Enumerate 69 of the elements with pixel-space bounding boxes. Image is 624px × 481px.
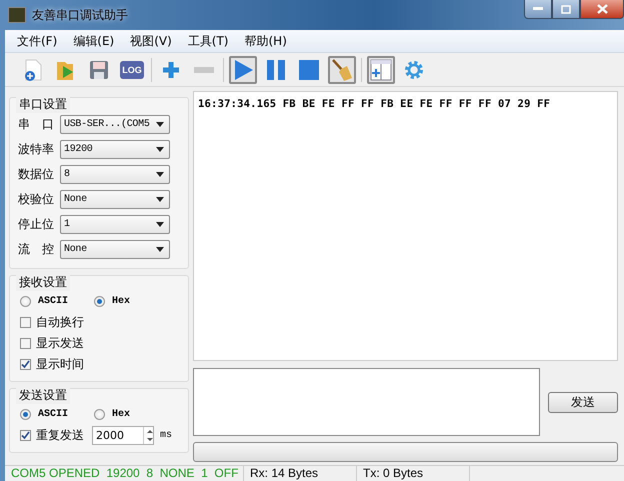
unit-label: ms: [160, 430, 172, 441]
group-title: 发送设置: [16, 387, 70, 404]
status-text: Rx: 14 Bytes: [244, 466, 357, 481]
dropdown[interactable]: 19200: [60, 140, 170, 159]
menu-item[interactable]: 工具(T): [180, 30, 236, 52]
send-button[interactable]: 发送: [548, 392, 618, 412]
status-text: Tx: 0 Bytes: [357, 466, 470, 481]
pause-icon: [265, 58, 287, 80]
caret-icon: [156, 247, 164, 252]
caret-icon: [156, 197, 164, 202]
received-line: 16:37:34.165 FB BE FE FF FF FB EE FE FF FF FF 07 29 FF: [198, 98, 552, 110]
menu-item[interactable]: 文件(F): [9, 30, 66, 52]
stop-icon: [298, 58, 320, 80]
toolbar-button[interactable]: [367, 56, 395, 84]
caret-icon: [156, 147, 164, 152]
plus-icon: [161, 60, 181, 80]
dropdown[interactable]: 1: [60, 215, 170, 234]
checkbox[interactable]: 重复发送: [18, 425, 84, 446]
menu-item[interactable]: 编辑(E): [65, 30, 122, 52]
menu-item[interactable]: 视图(V): [122, 30, 180, 52]
dropdown[interactable]: USB-SER...(COM5: [60, 115, 170, 134]
group-title: 接收设置: [16, 274, 70, 291]
menu-item[interactable]: 帮助(H): [236, 30, 295, 52]
checkbox[interactable]: 显示时间: [18, 354, 180, 375]
radio-button[interactable]: ASCII: [20, 296, 68, 306]
status-text: COM5 OPENED 19200 8 NONE 1 OFF: [5, 466, 244, 481]
minimize-button[interactable]: [524, 0, 552, 19]
interval-spinbox[interactable]: 2000: [92, 426, 154, 445]
caret-icon: [156, 222, 164, 227]
toolbar-button[interactable]: [328, 56, 356, 84]
log-icon: LOG: [120, 60, 144, 78]
app-icon: [8, 7, 26, 23]
window-title: 友善串口调试助手: [32, 6, 128, 24]
dropdown[interactable]: None: [60, 190, 170, 209]
field-label: 波特率: [18, 141, 54, 158]
checkmark-icon: [21, 431, 30, 440]
gear-icon: [403, 58, 425, 80]
window-add-icon: [370, 58, 392, 80]
checkbox[interactable]: 显示发送: [18, 333, 180, 354]
radio-button[interactable]: Hex: [94, 296, 130, 306]
interval-field[interactable]: 2000: [93, 429, 143, 442]
group-title: 串口设置: [16, 96, 70, 113]
new-file-icon: [22, 58, 44, 82]
field-label: 串 口: [18, 116, 54, 133]
dropdown[interactable]: None: [60, 240, 170, 259]
receive-text-area[interactable]: 16:37:34.165 FB BE FE FF FF FB EE FE FF FF FF 07 29 FF: [193, 91, 618, 361]
close-icon: [596, 4, 608, 14]
minus-icon: [194, 66, 214, 72]
history-dropdown[interactable]: [193, 442, 618, 462]
minimize-icon: [533, 7, 543, 11]
maximize-icon: [561, 4, 571, 14]
dropdown[interactable]: 8: [60, 165, 170, 184]
maximize-button[interactable]: [552, 0, 580, 19]
radio-button[interactable]: ASCII: [20, 408, 68, 420]
checkbox[interactable]: 自动换行: [18, 312, 180, 333]
caret-icon: [156, 172, 164, 177]
field-label: 流 控: [18, 241, 54, 258]
play-icon: [232, 58, 254, 82]
field-label: 停止位: [18, 216, 54, 233]
checkmark-icon: [21, 360, 30, 369]
toolbar-button[interactable]: [229, 56, 257, 84]
radio-button[interactable]: Hex: [94, 408, 130, 420]
field-label: 校验位: [18, 191, 54, 208]
caret-icon: [156, 122, 164, 127]
toolbar-button[interactable]: LOG: [118, 56, 146, 84]
broom-icon: [331, 58, 353, 82]
send-text-area[interactable]: [193, 368, 540, 436]
close-button[interactable]: [580, 0, 624, 19]
field-label: 数据位: [18, 166, 54, 183]
